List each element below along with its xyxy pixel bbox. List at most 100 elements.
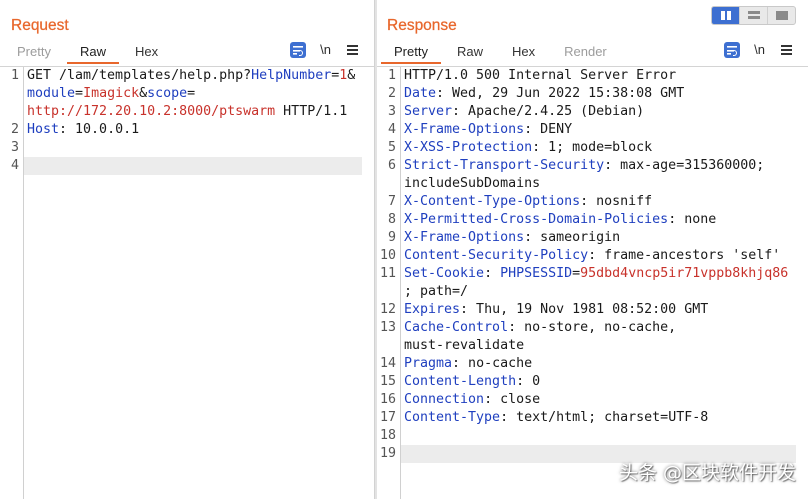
token-name: Pragma <box>404 356 453 371</box>
response-editor[interactable]: 1 2 3 4 5 6 7 8 9 10 11 12 13 14 15 16 17 18 19 HTTP/1.0 5… <box>377 66 808 499</box>
code-line[interactable]: Date: Wed, 29 Jun 2022 15:38:08 GMT <box>401 85 796 103</box>
response-tab-raw[interactable]: Raw <box>444 42 496 64</box>
code-line[interactable]: X-Content-Type-Options: nosniff <box>401 193 796 211</box>
code-line[interactable]: GET /lam/templates/help.php?HelpNumber=1… <box>24 67 362 85</box>
response-toolbar: \n <box>724 42 792 58</box>
split-rows-icon[interactable] <box>739 7 767 24</box>
line-number: 11 <box>379 266 396 281</box>
line-number-continuation <box>0 85 23 103</box>
token-text: : no-store, no-cache, <box>508 320 677 335</box>
hamburger-menu-icon[interactable] <box>781 45 792 55</box>
code-line-wrapped[interactable]: ; path=/ <box>401 283 796 301</box>
token-text: = <box>572 266 581 281</box>
code-line-wrapped[interactable]: includeSubDomains <box>401 175 796 193</box>
token-text: : nosniff <box>580 194 653 209</box>
token-name: Host <box>27 122 60 137</box>
code-line[interactable]: X-Frame-Options: sameorigin <box>401 229 796 247</box>
line-number: 2 <box>10 122 19 137</box>
request-editor[interactable]: 1 2 3 4 GET /lam/templates/help.php?HelpNum… <box>0 66 374 499</box>
code-line[interactable]: Connection: close <box>401 391 796 409</box>
line-number: 3 <box>387 104 396 119</box>
code-line[interactable]: Content-Security-Policy: frame-ancestors… <box>401 247 796 265</box>
code-line[interactable]: Strict-Transport-Security: max-age=31536… <box>401 157 796 175</box>
line-number: 15 <box>379 374 396 389</box>
token-text: GET /lam/templates/help.php? <box>27 68 252 83</box>
code-line[interactable]: Cache-Control: no-store, no-cache, <box>401 319 796 337</box>
code-line[interactable]: Host: 10.0.0.1 <box>24 121 362 139</box>
line-number: 13 <box>379 320 396 335</box>
code-line[interactable]: X-Frame-Options: DENY <box>401 121 796 139</box>
single-pane-icon[interactable] <box>767 7 795 24</box>
response-panel-title: Response <box>387 17 457 34</box>
line-number: 7 <box>387 194 396 209</box>
token-text: must-revalidate <box>404 338 525 353</box>
request-code-area[interactable]: GET /lam/templates/help.php?HelpNumber=1… <box>24 67 362 499</box>
code-line[interactable]: Server: Apache/2.4.25 (Debian) <box>401 103 796 121</box>
token-name: X-Permitted-Cross-Domain-Policies <box>404 212 669 227</box>
token-text: : Thu, 19 Nov 1981 08:52:00 GMT <box>460 302 709 317</box>
token-text: & <box>139 86 148 101</box>
line-number-gutter: 1 2 3 4 5 6 7 8 9 10 11 12 13 14 15 16 17 18 19 <box>377 67 401 499</box>
line-number: 4 <box>387 122 396 137</box>
line-number: 6 <box>387 158 396 173</box>
line-number: 3 <box>10 140 19 155</box>
line-number: 9 <box>387 230 396 245</box>
token-name: Content-Length <box>404 374 517 389</box>
token-value: 95dbd4vncp5ir71vppb8khjq86 <box>580 266 789 281</box>
request-tab-raw[interactable]: Raw <box>66 42 119 64</box>
code-line[interactable] <box>24 139 362 157</box>
show-newlines-button[interactable]: \n <box>320 42 331 58</box>
line-number: 8 <box>387 212 396 227</box>
split-columns-icon[interactable] <box>712 7 739 24</box>
token-text: : text/html; charset=UTF-8 <box>500 410 709 425</box>
token-text: = <box>75 86 84 101</box>
code-line[interactable]: Set-Cookie: PHPSESSID=95dbd4vncp5ir71vpp… <box>401 265 796 283</box>
line-number: 4 <box>10 158 19 173</box>
code-line[interactable]: Pragma: no-cache <box>401 355 796 373</box>
token-text: HTTP/1.1 <box>275 104 348 119</box>
token-text: ; path=/ <box>404 284 469 299</box>
token-name: PHPSESSID <box>500 266 573 281</box>
token-name: X-Content-Type-Options <box>404 194 581 209</box>
request-panel-title: Request <box>11 17 69 34</box>
line-number: 1 <box>10 68 19 83</box>
request-tab-hex[interactable]: Hex <box>122 42 171 64</box>
response-tab-render: Render <box>564 44 607 59</box>
layout-toggle <box>711 6 796 25</box>
response-tab-pretty[interactable]: Pretty <box>381 42 441 64</box>
token-name: scope <box>147 86 188 101</box>
code-line[interactable]: Content-Type: text/html; charset=UTF-8 <box>401 409 796 427</box>
code-line[interactable] <box>401 427 796 445</box>
line-number-continuation <box>0 103 23 121</box>
request-tab-pretty: Pretty <box>17 44 51 59</box>
token-text: : Wed, 29 Jun 2022 15:38:08 GMT <box>436 86 685 101</box>
token-text: : DENY <box>524 122 573 137</box>
token-name: Set-Cookie <box>404 266 485 281</box>
code-line-wrapped[interactable]: http://172.20.10.2:8000/ptswarm HTTP/1.1 <box>24 103 362 121</box>
token-text: : <box>484 266 501 281</box>
token-text: : 1; mode=block <box>532 140 653 155</box>
token-name: Content-Type <box>404 410 501 425</box>
hamburger-menu-icon[interactable] <box>347 45 358 55</box>
code-line[interactable]: Content-Length: 0 <box>401 373 796 391</box>
code-line[interactable]: HTTP/1.0 500 Internal Server Error <box>401 67 796 85</box>
response-panel: Response Pretty Raw Hex Render \n 123456789… <box>377 0 808 499</box>
token-name: Content-Security-Policy <box>404 248 589 263</box>
token-text: = <box>187 86 196 101</box>
response-tab-hex[interactable]: Hex <box>499 42 548 64</box>
wrap-lines-icon[interactable] <box>290 42 307 58</box>
code-line-wrapped[interactable]: module=Imagick&scope= <box>24 85 362 103</box>
response-code-area[interactable]: HTTP/1.0 500 Internal Server Error Date: … <box>401 67 796 499</box>
line-number: 18 <box>379 428 396 443</box>
code-line[interactable]: X-Permitted-Cross-Domain-Policies: none <box>401 211 796 229</box>
code-line[interactable] <box>24 157 362 175</box>
token-text: : close <box>484 392 541 407</box>
token-name: Cache-Control <box>404 320 509 335</box>
wrap-lines-icon[interactable] <box>724 42 741 58</box>
token-text: : max-age=315360000; <box>604 158 765 173</box>
code-line-wrapped[interactable]: must-revalidate <box>401 337 796 355</box>
code-line[interactable]: X-XSS-Protection: 1; mode=block <box>401 139 796 157</box>
show-newlines-button[interactable]: \n <box>754 42 765 58</box>
code-line[interactable]: Expires: Thu, 19 Nov 1981 08:52:00 GMT <box>401 301 796 319</box>
line-number-continuation <box>377 337 400 355</box>
